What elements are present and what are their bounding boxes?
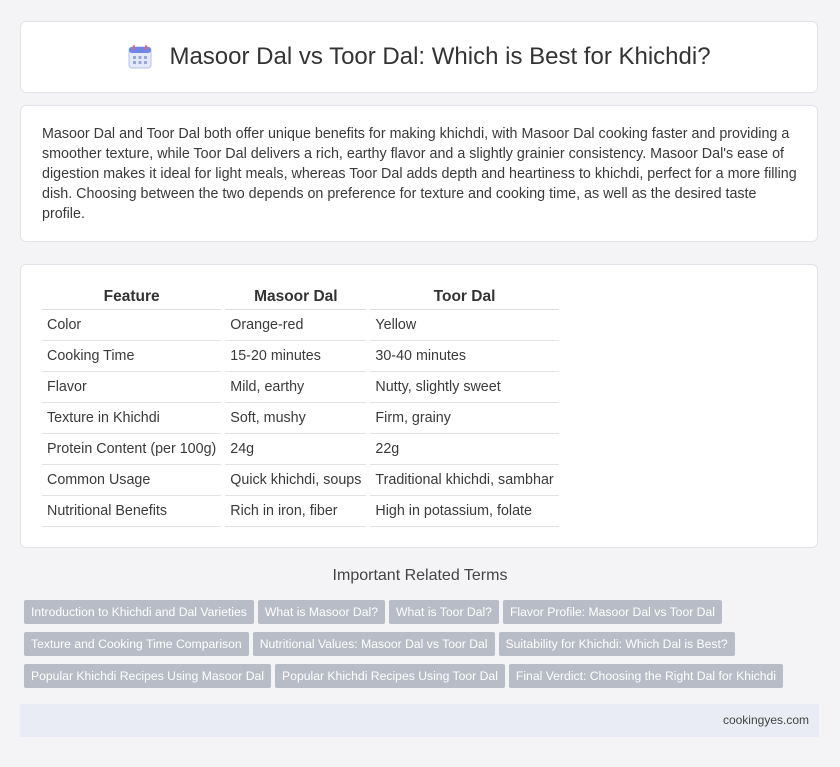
related-term-tag[interactable]: Nutritional Values: Masoor Dal vs Toor D… [252, 632, 495, 656]
related-term-tag[interactable]: Final Verdict: Choosing the Right Dal fo… [508, 664, 784, 688]
feature-cell: Flavor [42, 372, 222, 403]
header-masoor: Masoor Dal [225, 285, 367, 310]
header-feature: Feature [42, 285, 222, 310]
feature-cell: Color [42, 310, 222, 341]
table-row: Cooking Time 15-20 minutes 30-40 minutes [42, 341, 559, 372]
table-row: Texture in Khichdi Soft, mushy Firm, grain… [42, 403, 559, 434]
table-row: Common Usage Quick khichdi, soups Traditio… [42, 465, 559, 496]
intro-text: Masoor Dal and Toor Dal both offer uniqu… [42, 126, 797, 222]
footer: cookingyes.com [20, 704, 819, 737]
title-card: Masoor Dal vs Toor Dal: Which is Best fo… [20, 21, 818, 93]
feature-cell: Texture in Khichdi [42, 403, 222, 434]
related-term-tag[interactable]: Suitability for Khichdi: Which Dal is Be… [498, 632, 735, 656]
comparison-card: Feature Masoor Dal Toor Dal Color Orange-… [20, 264, 818, 548]
masoor-cell: Rich in iron, fiber [225, 496, 367, 527]
page-title: Masoor Dal vs Toor Dal: Which is Best fo… [169, 43, 711, 70]
related-term-tag[interactable]: What is Toor Dal? [389, 600, 499, 624]
feature-cell: Common Usage [42, 465, 222, 496]
toor-cell: Nutty, slightly sweet [370, 372, 559, 403]
masoor-cell: 15-20 minutes [225, 341, 367, 372]
related-terms-list: Introduction to Khichdi and Dal Varietie… [24, 600, 824, 696]
toor-cell: Traditional khichdi, sambhar [370, 465, 559, 496]
toor-cell: 30-40 minutes [370, 341, 559, 372]
related-term-tag[interactable]: Texture and Cooking Time Comparison [24, 632, 249, 656]
related-term-tag[interactable]: Introduction to Khichdi and Dal Varietie… [24, 600, 254, 624]
footer-site[interactable]: cookingyes.com [723, 713, 809, 727]
related-term-tag[interactable]: Popular Khichdi Recipes Using Toor Dal [275, 664, 505, 688]
table-row: Nutritional Benefits Rich in iron, fiber H… [42, 496, 559, 527]
table-row: Protein Content (per 100g) 24g 22g [42, 434, 559, 465]
intro-card: Masoor Dal and Toor Dal both offer uniqu… [20, 105, 818, 242]
masoor-cell: 24g [225, 434, 367, 465]
masoor-cell: Soft, mushy [225, 403, 367, 434]
toor-cell: 22g [370, 434, 559, 465]
toor-cell: Firm, grainy [370, 403, 559, 434]
calendar-icon [128, 45, 152, 69]
feature-cell: Protein Content (per 100g) [42, 434, 222, 465]
table-row: Flavor Mild, earthy Nutty, slightly sweet [42, 372, 559, 403]
related-term-tag[interactable]: Popular Khichdi Recipes Using Masoor Dal [24, 664, 272, 688]
masoor-cell: Mild, earthy [225, 372, 367, 403]
comparison-table: Feature Masoor Dal Toor Dal Color Orange-… [38, 285, 563, 527]
masoor-cell: Quick khichdi, soups [225, 465, 367, 496]
toor-cell: Yellow [370, 310, 559, 341]
masoor-cell: Orange-red [225, 310, 367, 341]
related-term-tag[interactable]: Flavor Profile: Masoor Dal vs Toor Dal [502, 600, 722, 624]
feature-cell: Cooking Time [42, 341, 222, 372]
feature-cell: Nutritional Benefits [42, 496, 222, 527]
header-toor: Toor Dal [370, 285, 559, 310]
related-term-tag[interactable]: What is Masoor Dal? [257, 600, 385, 624]
toor-cell: High in potassium, folate [370, 496, 559, 527]
table-row: Color Orange-red Yellow [42, 310, 559, 341]
related-terms-title: Important Related Terms [332, 567, 508, 584]
table-header-row: Feature Masoor Dal Toor Dal [42, 285, 559, 310]
